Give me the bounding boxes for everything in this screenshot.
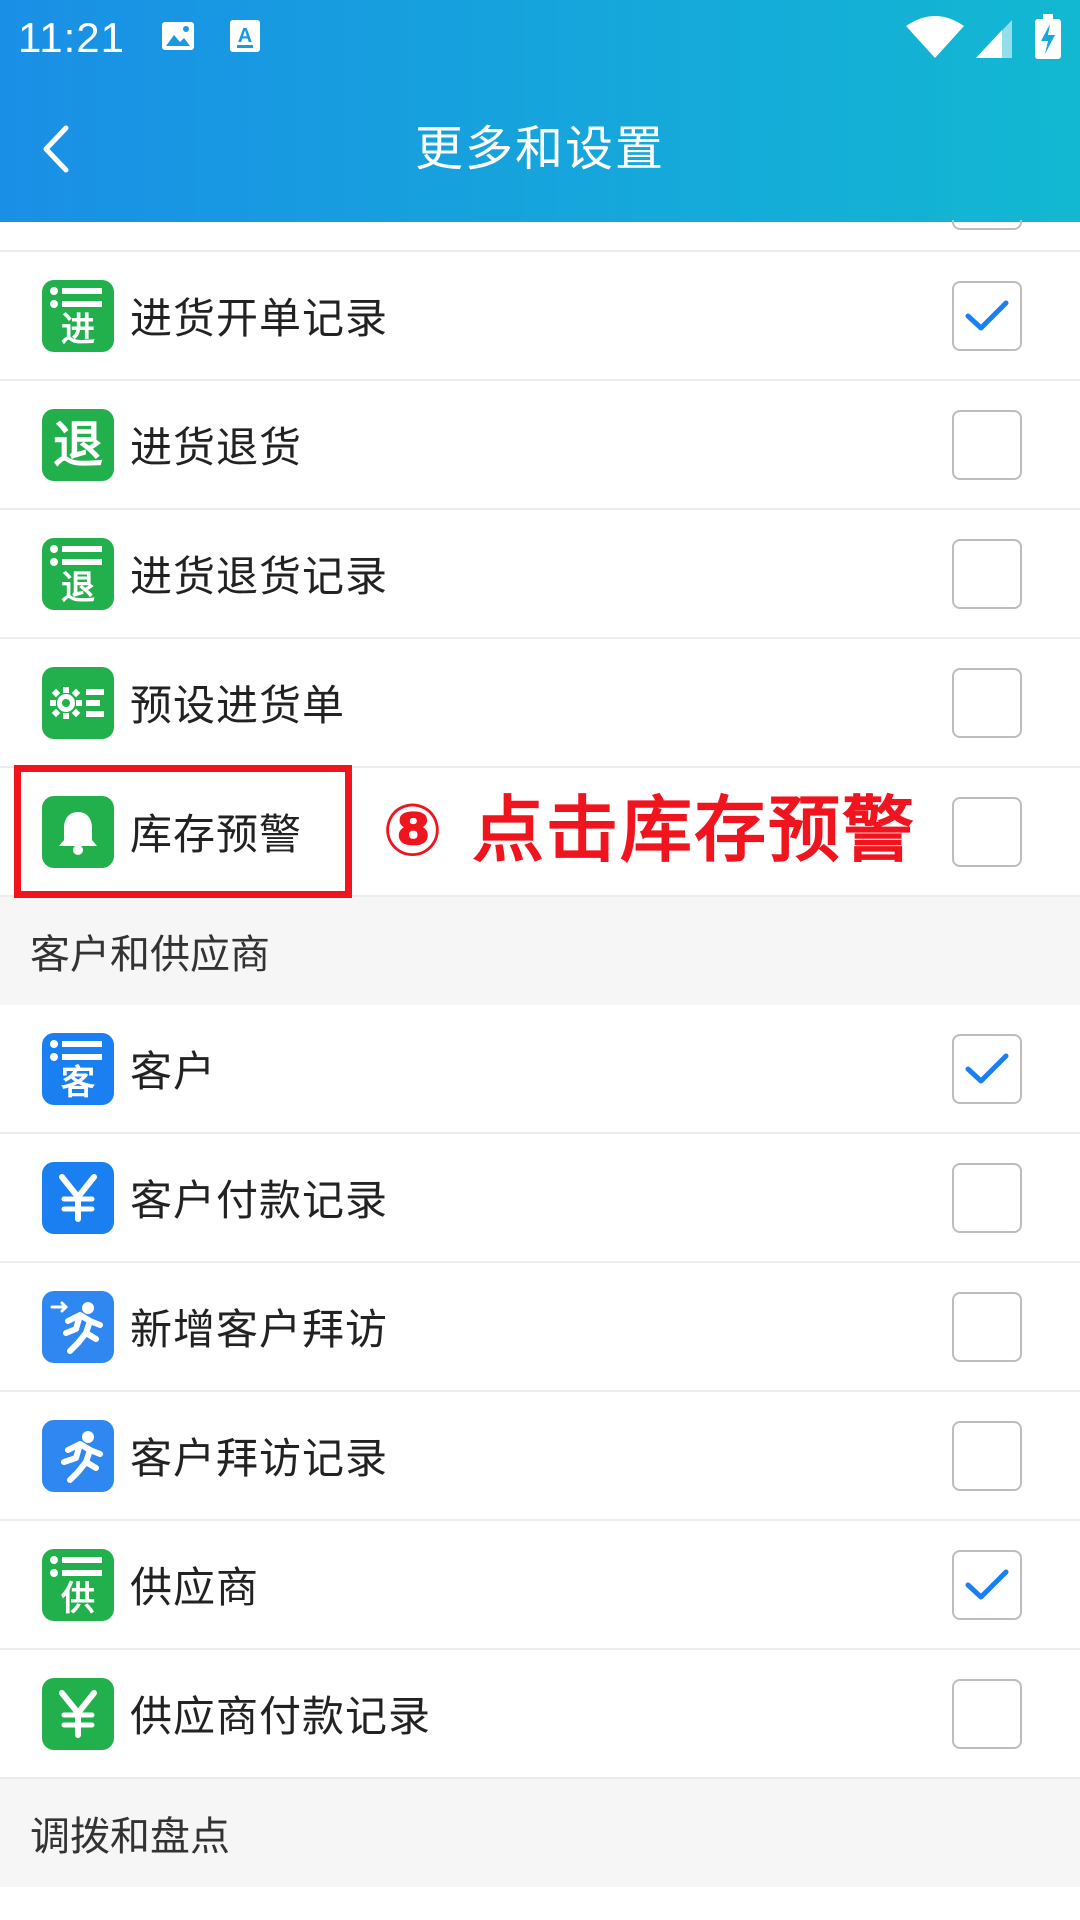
yen-icon bbox=[42, 1161, 114, 1234]
status-bar: 11:21 A bbox=[0, 0, 1080, 76]
checkbox-checked[interactable] bbox=[952, 1549, 1022, 1620]
list-item-customer-payment-record[interactable]: 客户付款记录 bbox=[0, 1134, 1080, 1263]
item-label: 进货退货记录 bbox=[130, 552, 389, 601]
battery-charging-icon bbox=[1035, 14, 1061, 59]
wifi-icon bbox=[906, 16, 964, 58]
item-label: 进货开单记录 bbox=[130, 294, 389, 343]
item-label: 进货退货 bbox=[130, 423, 303, 472]
list-item-customer-visit-record[interactable]: 客户拜访记录 bbox=[0, 1392, 1080, 1521]
yen-icon bbox=[42, 1677, 114, 1750]
list-ke-icon: 客 bbox=[42, 1032, 114, 1105]
list-item-purchase-return-record[interactable]: 退 进货退货记录 bbox=[0, 510, 1080, 639]
runner-arrow-icon bbox=[42, 1290, 114, 1363]
section-header-transfer: 调拨和盘点 bbox=[0, 1779, 1080, 1887]
check-icon bbox=[965, 300, 1009, 330]
checkbox-checked[interactable] bbox=[952, 1033, 1022, 1104]
checkbox-unchecked[interactable] bbox=[952, 1420, 1022, 1491]
list-item-supplier[interactable]: 供 供应商 bbox=[0, 1521, 1080, 1650]
list-item-add-customer-visit[interactable]: 新增客户拜访 bbox=[0, 1263, 1080, 1392]
annotation-label: ⑧ 点击库存预警 bbox=[382, 788, 917, 872]
list-jin-icon: 进 bbox=[42, 279, 114, 352]
tui-icon: 退 bbox=[42, 408, 114, 481]
runner-icon bbox=[42, 1419, 114, 1492]
checkbox-unchecked[interactable] bbox=[952, 1291, 1022, 1362]
list-gong-icon: 供 bbox=[42, 1548, 114, 1621]
item-label: 供应商 bbox=[130, 1563, 260, 1612]
svg-text:A: A bbox=[238, 25, 252, 47]
checkbox-unchecked[interactable] bbox=[952, 1162, 1022, 1233]
page-title: 更多和设置 bbox=[414, 121, 665, 177]
item-label: 库存预警 bbox=[130, 810, 303, 859]
gear-list-icon bbox=[42, 666, 114, 739]
check-icon bbox=[965, 1053, 1009, 1083]
list-tui-icon: 退 bbox=[42, 537, 114, 610]
item-label: 客户付款记录 bbox=[130, 1176, 389, 1225]
item-label: 供应商付款记录 bbox=[130, 1692, 432, 1741]
checkbox-unchecked[interactable] bbox=[952, 667, 1022, 738]
list-item-purchase-order-record[interactable]: 进 进货开单记录 bbox=[0, 252, 1080, 381]
text-a-icon: A bbox=[228, 18, 262, 58]
list-item-preset-purchase-order[interactable]: 预设进货单 bbox=[0, 639, 1080, 768]
list-item-purchase-return[interactable]: 退 进货退货 bbox=[0, 381, 1080, 510]
toolbar: 更多和设置 bbox=[0, 76, 1080, 222]
item-label: 客户拜访记录 bbox=[130, 1434, 389, 1483]
section-header-customer: 客户和供应商 bbox=[0, 897, 1080, 1005]
status-time: 11:21 bbox=[18, 14, 125, 61]
checkbox-unchecked[interactable] bbox=[952, 409, 1022, 480]
settings-list: 进 进货开单记录 退 进货退货 退 进货退货记录 预设进货单 库存预警 客户和供… bbox=[0, 220, 1080, 1887]
checkbox-unchecked[interactable] bbox=[952, 796, 1022, 867]
cell-signal-icon bbox=[976, 20, 1012, 58]
check-icon bbox=[965, 1569, 1009, 1599]
checkbox-unchecked[interactable] bbox=[952, 538, 1022, 609]
list-item-clipped bbox=[0, 220, 1080, 252]
app-header: 11:21 A 更多和设置 bbox=[0, 0, 1080, 222]
checkbox-checked[interactable] bbox=[952, 280, 1022, 351]
list-item-supplier-payment-record[interactable]: 供应商付款记录 bbox=[0, 1650, 1080, 1779]
bell-icon bbox=[42, 795, 114, 868]
item-label: 预设进货单 bbox=[130, 681, 346, 730]
item-label: 新增客户拜访 bbox=[130, 1305, 389, 1354]
list-item-customer[interactable]: 客 客户 bbox=[0, 1005, 1080, 1134]
item-label: 客户 bbox=[130, 1047, 217, 1096]
image-icon bbox=[160, 18, 196, 58]
checkbox-unchecked[interactable] bbox=[952, 1678, 1022, 1749]
